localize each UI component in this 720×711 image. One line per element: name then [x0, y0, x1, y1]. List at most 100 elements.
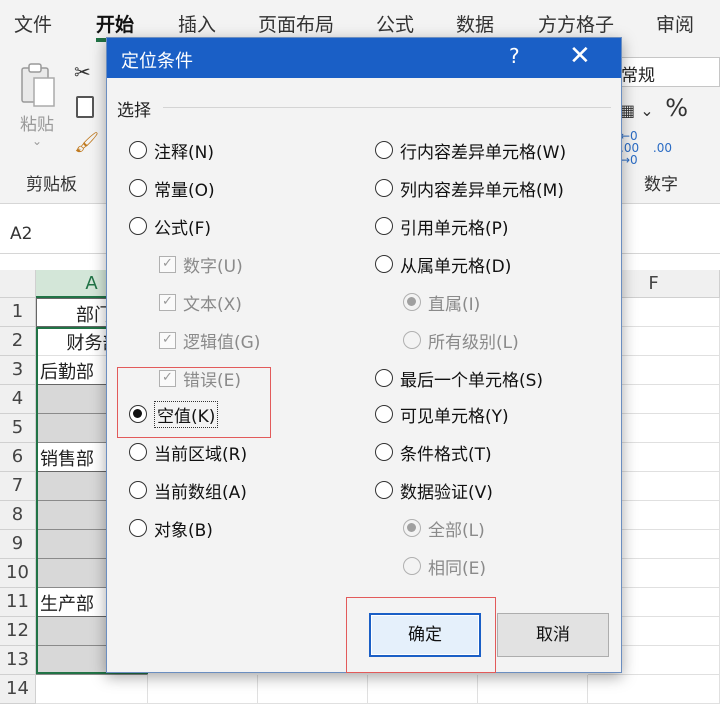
option-validation-all: 全部(L) [403, 515, 485, 541]
tab-review[interactable]: 审阅 [656, 10, 694, 37]
radio-icon[interactable] [375, 255, 393, 273]
radio-icon[interactable] [375, 481, 393, 499]
number-format-row: ▦ ⌄ % [620, 94, 688, 122]
option-visible-cells[interactable]: 可见单元格(Y) [375, 401, 509, 427]
cell-f14[interactable] [588, 675, 720, 704]
scissors-icon[interactable]: ✂ [74, 60, 91, 84]
increase-decimal-icon[interactable]: ←0.00 [620, 129, 639, 155]
checkmark-icon: ✓ [159, 369, 176, 387]
option-last-cell[interactable]: 最后一个单元格(S) [375, 365, 543, 391]
radio-icon[interactable] [129, 179, 147, 197]
option-label: 注释(N) [154, 142, 214, 163]
radio-icon[interactable] [129, 217, 147, 235]
radio-icon[interactable] [375, 443, 393, 461]
option-label: 最后一个单元格(S) [400, 370, 544, 391]
row-header[interactable]: 10 [0, 559, 36, 588]
option-comments[interactable]: 注释(N) [129, 137, 214, 163]
option-label: 逻辑值(G) [183, 332, 261, 353]
option-label: 常量(O) [154, 180, 215, 201]
radio-icon[interactable] [375, 141, 393, 159]
option-label: 数字(U) [183, 256, 243, 277]
row-header[interactable]: 11 [0, 588, 36, 617]
tab-formulas[interactable]: 公式 [376, 10, 414, 37]
option-current-region[interactable]: 当前区域(R) [129, 439, 247, 465]
group-label-clipboard: 剪贴板 [26, 175, 77, 195]
option-objects[interactable]: 对象(B) [129, 515, 213, 541]
copy-icon[interactable] [76, 96, 94, 118]
section-label-select: 选择 [117, 101, 151, 121]
cell-b14[interactable] [148, 675, 258, 704]
dialog-title: 定位条件 [121, 51, 193, 72]
format-painter-icon[interactable]: 🖌 [74, 130, 99, 154]
dialog-title-bar[interactable]: 定位条件 ? ✕ [107, 38, 621, 78]
option-column-differences[interactable]: 列内容差异单元格(M) [375, 175, 564, 201]
row-header[interactable]: 14 [0, 675, 36, 704]
row-header[interactable]: 12 [0, 617, 36, 646]
radio-icon[interactable] [129, 519, 147, 537]
chevron-down-icon[interactable]: ⌄ [32, 134, 42, 148]
option-blanks[interactable]: 空值(K) [129, 400, 219, 428]
option-label: 从属单元格(D) [400, 256, 512, 277]
row-header[interactable]: 8 [0, 501, 36, 530]
help-icon[interactable]: ? [509, 44, 520, 68]
radio-icon[interactable] [375, 369, 393, 387]
tab-data[interactable]: 数据 [456, 10, 494, 37]
accounting-icon[interactable]: ▦ ⌄ [620, 101, 654, 120]
radio-icon [403, 557, 421, 575]
option-constants[interactable]: 常量(O) [129, 175, 215, 201]
select-all-corner[interactable] [0, 270, 36, 298]
cell-c14[interactable] [258, 675, 368, 704]
radio-icon[interactable] [375, 217, 393, 235]
ok-button[interactable]: 确定 [369, 613, 481, 657]
cell-d14[interactable] [368, 675, 478, 704]
checkbox-logicals: ✓ 逻辑值(G) [159, 327, 260, 353]
paste-icon[interactable] [18, 62, 58, 110]
close-icon[interactable]: ✕ [569, 41, 591, 71]
row-header[interactable]: 9 [0, 530, 36, 559]
row-header[interactable]: 1 [0, 298, 36, 327]
radio-icon [403, 331, 421, 349]
row-header[interactable]: 2 [0, 327, 36, 356]
row-header[interactable]: 4 [0, 385, 36, 414]
radio-selected-icon[interactable] [129, 405, 147, 423]
row-header[interactable]: 3 [0, 356, 36, 385]
option-current-array[interactable]: 当前数组(A) [129, 477, 247, 503]
row-header[interactable]: 5 [0, 414, 36, 443]
percent-button[interactable]: % [665, 94, 688, 122]
option-label: 条件格式(T) [400, 444, 492, 465]
number-format-select[interactable]: 常规 [614, 57, 720, 87]
option-label: 可见单元格(Y) [400, 406, 509, 427]
tab-home[interactable]: 开始 [96, 10, 134, 37]
go-to-special-dialog: 定位条件 ? ✕ 选择 注释(N) 常量(O) 公式(F) ✓ 数字(U) ✓ … [106, 37, 622, 673]
checkbox-numbers: ✓ 数字(U) [159, 251, 243, 277]
option-label: 对象(B) [154, 520, 213, 541]
radio-icon[interactable] [129, 443, 147, 461]
option-label: 公式(F) [154, 218, 212, 239]
tab-page-layout[interactable]: 页面布局 [258, 10, 334, 37]
radio-icon[interactable] [129, 141, 147, 159]
row-header[interactable]: 7 [0, 472, 36, 501]
cell-e14[interactable] [478, 675, 588, 704]
row-header[interactable]: 13 [0, 646, 36, 675]
option-formulas[interactable]: 公式(F) [129, 213, 211, 239]
option-row-differences[interactable]: 行内容差异单元格(W) [375, 137, 566, 163]
cell-a14[interactable] [36, 675, 148, 704]
cancel-button[interactable]: 取消 [497, 613, 609, 657]
option-validation-same: 相同(E) [403, 553, 486, 579]
option-dependents[interactable]: 从属单元格(D) [375, 251, 511, 277]
option-label: 引用单元格(P) [400, 218, 509, 239]
option-conditional-formats[interactable]: 条件格式(T) [375, 439, 492, 465]
radio-icon[interactable] [375, 405, 393, 423]
tab-insert[interactable]: 插入 [178, 10, 216, 37]
option-precedents[interactable]: 引用单元格(P) [375, 213, 509, 239]
checkmark-icon: ✓ [159, 331, 176, 349]
name-box[interactable]: A2 [0, 214, 110, 254]
tab-file[interactable]: 文件 [14, 10, 52, 37]
decimal-buttons: ←0.00 .00 →0 [620, 130, 672, 166]
option-data-validation[interactable]: 数据验证(V) [375, 477, 493, 503]
checkmark-icon: ✓ [159, 255, 176, 273]
row-header[interactable]: 6 [0, 443, 36, 472]
tab-fangfang[interactable]: 方方格子 [538, 10, 614, 37]
radio-icon[interactable] [129, 481, 147, 499]
radio-icon[interactable] [375, 179, 393, 197]
